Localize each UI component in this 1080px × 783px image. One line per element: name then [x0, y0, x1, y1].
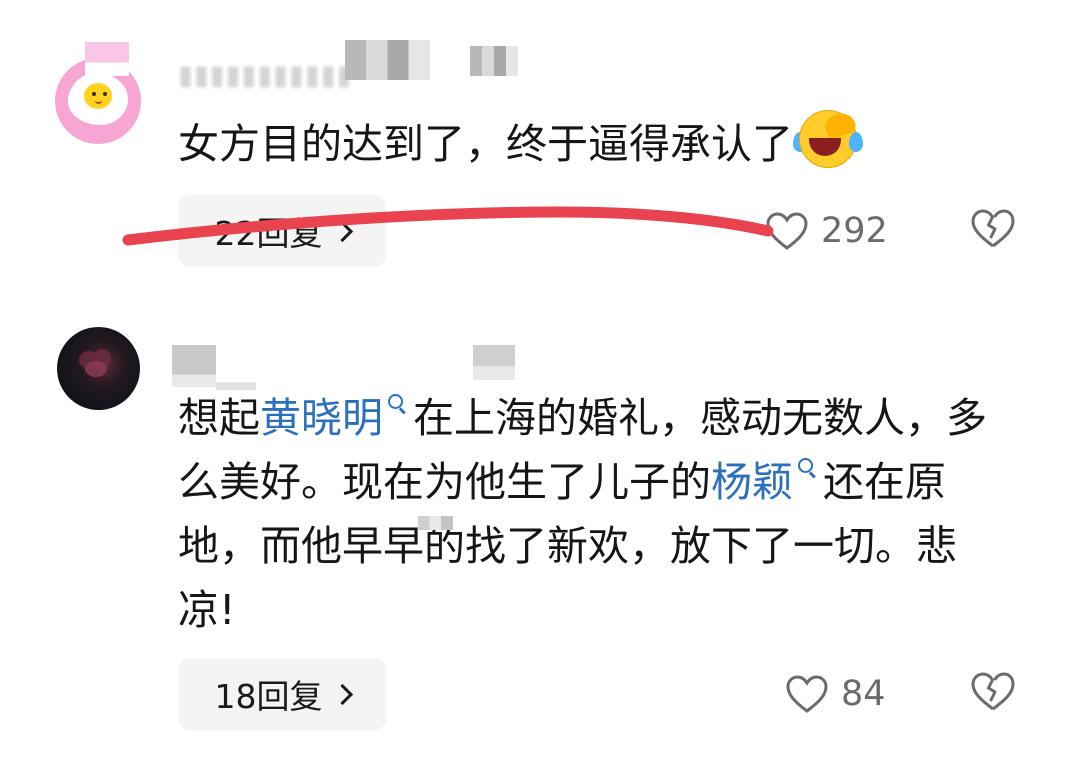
reply-count-label: 18回复	[214, 677, 323, 716]
like-count: 84	[841, 674, 886, 714]
comment-text-body: 女方目的达到了，终于逼得承认了	[178, 120, 793, 168]
topic-link[interactable]: 黄晓明	[260, 394, 383, 442]
username-redacted	[172, 345, 216, 387]
chevron-right-icon	[331, 683, 353, 705]
reply-count-label: 22回复	[214, 214, 323, 253]
dislike-button[interactable]	[970, 208, 1016, 254]
view-replies-button[interactable]: 22回复	[178, 195, 386, 267]
like-button[interactable]: 84	[785, 669, 886, 719]
meta-redacted-block	[345, 40, 430, 80]
like-count: 292	[821, 211, 888, 251]
heart-outline-icon	[786, 675, 828, 713]
comment-text: 女方目的达到了，终于逼得承认了	[178, 109, 863, 176]
meta-redacted-block	[470, 46, 518, 76]
broken-heart-icon	[971, 209, 1015, 248]
dislike-button[interactable]	[970, 671, 1016, 717]
chevron-right-icon	[331, 220, 353, 242]
search-icon	[387, 394, 405, 418]
laughing-crying-emoji-icon	[793, 109, 863, 168]
heart-outline-icon	[766, 212, 808, 250]
comment-item: ▮▮▮▮▮▮▮▮▮▮▮ 女方目的达到了，终于逼得承认了 22回复 292	[0, 0, 1080, 300]
meta-redacted-block	[473, 345, 515, 380]
comment-text: 想起黄晓明 在上海的婚礼，感动无数人，多么美好。现在为他生了儿子的杨颖 还在原地，而…	[178, 386, 1008, 642]
broken-heart-icon	[971, 672, 1015, 711]
topic-link[interactable]: 杨颖	[711, 458, 793, 506]
inline-redacted-block	[418, 516, 453, 530]
view-replies-button[interactable]: 18回复	[178, 658, 386, 730]
user-avatar[interactable]	[57, 327, 140, 410]
comment-item: 想起黄晓明 在上海的婚礼，感动无数人，多么美好。现在为他生了儿子的杨颖 还在原地，而…	[0, 300, 1080, 783]
comment-meta-redacted: ▮▮▮▮▮▮▮▮▮▮▮	[178, 60, 353, 91]
username-redacted	[85, 42, 129, 76]
search-icon	[797, 458, 815, 482]
like-button[interactable]: 292	[765, 206, 888, 256]
comment-text-part: 想起	[178, 394, 260, 442]
